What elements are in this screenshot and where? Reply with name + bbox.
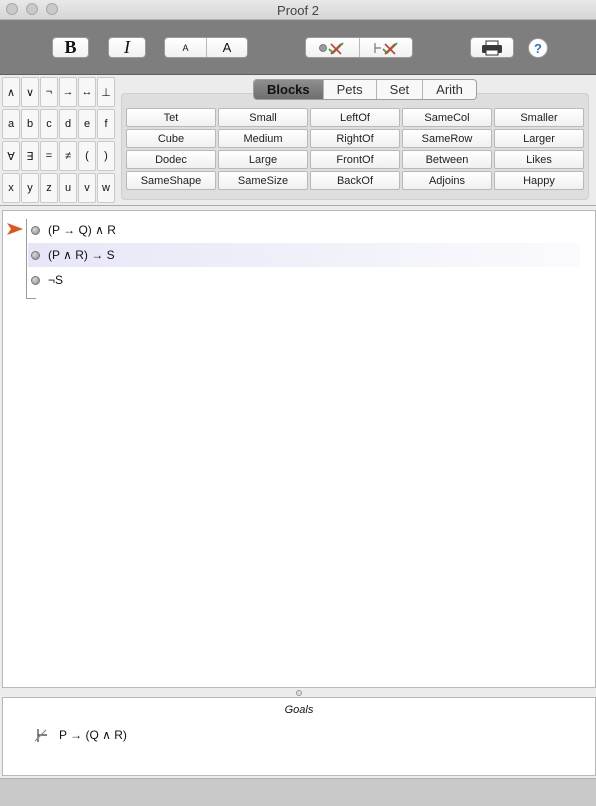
tab-pets[interactable]: Pets [322,80,376,99]
predicate-button[interactable]: SameShape [126,171,216,190]
symbol-button[interactable]: ⊥ [97,77,115,107]
predicate-button[interactable]: Larger [494,129,584,148]
goals-title: Goals [284,704,314,716]
tab-arith[interactable]: Arith [422,80,476,99]
font-large-label: A [222,40,232,55]
pane-divider[interactable] [0,688,596,697]
predicate-button[interactable]: SameCol [402,108,492,127]
current-step-arrow-icon [7,223,23,235]
symbol-button[interactable]: e [78,109,96,139]
symbol-button[interactable]: ∀ [2,141,20,171]
predicate-button[interactable]: Happy [494,171,584,190]
decrease-font-button[interactable]: A [165,38,206,57]
help-button[interactable]: ? [528,38,548,58]
symbol-button[interactable]: ∨ [21,77,39,107]
verify-proof-button[interactable] [358,38,412,57]
status-bar [0,778,596,806]
tab-set[interactable]: Set [375,80,423,99]
predicate-button[interactable]: Cube [126,129,216,148]
symbol-button[interactable]: ) [97,141,115,171]
print-button[interactable] [470,37,514,58]
proof-step[interactable]: (P ∧ R) → S [28,243,580,267]
symbol-button[interactable]: c [40,109,58,139]
predicate-panel: Tet Small LeftOf SameCol Smaller Cube Medium Ri… [121,93,589,200]
step-bullet-icon [31,275,40,285]
italic-button[interactable]: I [108,37,146,58]
symbol-button[interactable]: z [40,173,58,203]
window-titlebar: Proof 2 [0,0,596,20]
symbol-button[interactable]: v [78,173,96,203]
tab-blocks[interactable]: Blocks [254,80,323,99]
symbol-button[interactable]: = [40,141,58,171]
symbol-button[interactable]: ↔ [78,77,96,107]
bold-label: B [64,37,77,57]
italic-label: I [124,37,130,57]
goals-pane: Goals P → (Q ∧ R) [2,697,596,776]
symbol-button[interactable]: a [2,109,20,139]
step-formula[interactable]: (P ∧ R) → S [48,248,115,262]
predicate-button[interactable]: Tet [126,108,216,127]
proof-step[interactable]: ¬S [28,268,580,292]
increase-font-button[interactable]: A [205,38,247,57]
font-size-control: A A [164,37,248,58]
predicate-button[interactable]: Medium [218,129,308,148]
symbol-button[interactable]: ∃ [21,141,39,171]
predicate-button[interactable]: Between [402,150,492,169]
symbol-button[interactable]: ¬ [40,77,58,107]
predicate-button[interactable]: Large [218,150,308,169]
proof-step[interactable]: (P → Q) ∧ R [28,218,580,242]
goal-formula[interactable]: P → (Q ∧ R) [59,728,127,742]
predicate-button[interactable]: SameSize [218,171,308,190]
symbol-button[interactable]: w [97,173,115,203]
symbol-button[interactable]: ∧ [2,77,20,107]
divider-handle-icon[interactable] [296,690,302,696]
symbol-palette: ∧ ∨ ¬ → ↔ ⊥ a b c d e f ∀ ∃ = ≠() x y z u v w Tet Small LeftOf S… [0,76,596,206]
predicate-button[interactable]: Likes [494,150,584,169]
predicate-button[interactable]: Adjoins [402,171,492,190]
predicate-button[interactable]: BackOf [310,171,400,190]
symbol-button[interactable]: u [59,173,77,203]
goal-status-icon [34,729,47,742]
verify-control [305,37,413,58]
symbol-button[interactable]: f [97,109,115,139]
window-title: Proof 2 [277,3,319,18]
printer-icon [482,40,502,55]
verify-step-icon [319,41,345,55]
verify-step-button[interactable] [306,38,359,57]
predicate-button[interactable]: Small [218,108,308,127]
predicate-button[interactable]: Dodec [126,150,216,169]
symbol-button[interactable]: b [21,109,39,139]
symbol-button[interactable]: d [59,109,77,139]
toolbar: B I A A ? [0,20,596,75]
symbol-button[interactable]: ( [78,141,96,171]
step-formula[interactable]: (P → Q) ∧ R [48,223,116,237]
predicate-button[interactable]: RightOf [310,129,400,148]
step-bullet-icon [31,250,40,260]
symbol-button[interactable]: ≠ [59,141,77,171]
help-label: ? [534,40,542,56]
symbol-button[interactable]: x [2,173,20,203]
symbol-button[interactable]: → [59,77,77,107]
step-formula[interactable]: ¬S [48,273,63,287]
predicate-button[interactable]: SameRow [402,129,492,148]
verify-proof-icon [374,41,398,55]
predicate-button[interactable]: Smaller [494,108,584,127]
predicate-button[interactable]: LeftOf [310,108,400,127]
symbol-button[interactable]: y [21,173,39,203]
proof-pane[interactable]: (P → Q) ∧ R (P ∧ R) → S ¬S [2,210,596,688]
predicate-button[interactable]: FrontOf [310,150,400,169]
bold-button[interactable]: B [52,37,89,58]
predicate-tabs: Blocks Pets Set Arith [253,79,477,100]
step-bullet-icon [31,225,40,235]
font-small-label: A [182,42,189,53]
